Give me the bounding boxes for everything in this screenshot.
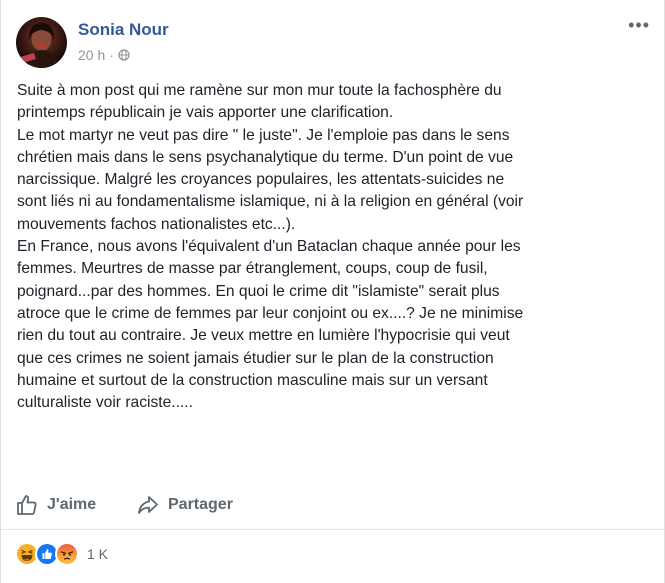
avatar-portrait-icon <box>20 23 59 68</box>
thumbs-up-icon <box>15 493 39 517</box>
reaction-icons <box>15 542 79 566</box>
reactions-summary[interactable]: 1 K <box>15 542 108 566</box>
share-label: Partager <box>168 496 233 513</box>
more-options-icon[interactable]: ••• <box>628 16 650 34</box>
action-bar: J'aime Partager <box>1 487 664 523</box>
reaction-count[interactable]: 1 K <box>87 546 108 562</box>
post-card: Sonia Nour 20 h · ••• Suite à mon post q… <box>0 0 665 583</box>
author-avatar[interactable] <box>16 17 67 68</box>
share-button[interactable]: Partager <box>136 487 233 523</box>
section-divider <box>1 529 664 530</box>
angry-icon <box>55 542 79 566</box>
like-button[interactable]: J'aime <box>15 487 96 523</box>
author-name[interactable]: Sonia Nour <box>78 20 169 40</box>
meta-separator: · <box>109 47 114 63</box>
post-meta: 20 h · <box>78 47 130 63</box>
like-label: J'aime <box>47 496 97 513</box>
share-arrow-icon <box>136 493 160 517</box>
post-body: Suite à mon post qui me ramène sur mon m… <box>17 82 524 412</box>
globe-icon[interactable] <box>118 49 130 61</box>
post-timestamp[interactable]: 20 h <box>78 47 105 63</box>
